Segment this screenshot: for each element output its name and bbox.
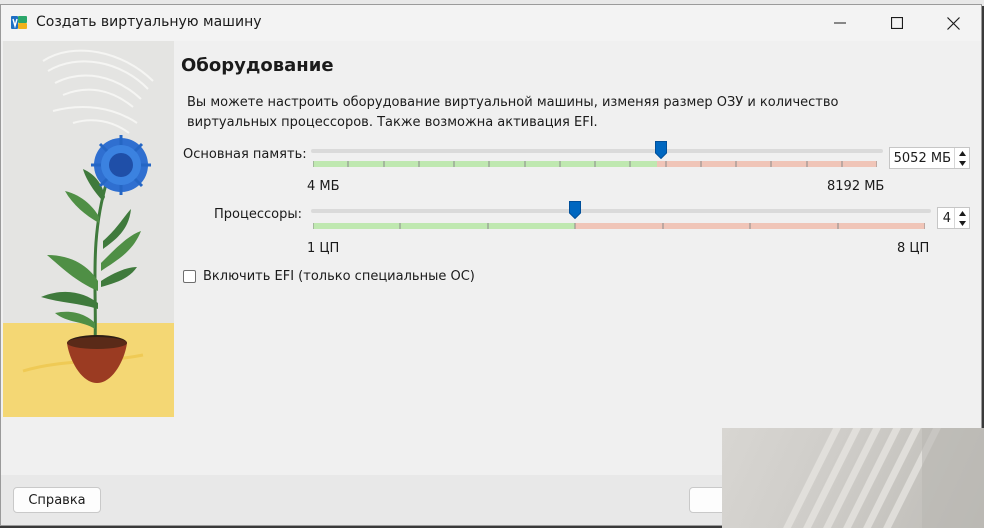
processors-decrease-button[interactable]: [955, 218, 969, 228]
memory-value[interactable]: 5052 МБ: [890, 151, 954, 166]
memory-slider-thumb[interactable]: [654, 141, 667, 159]
processors-min-label: 1 ЦП: [307, 241, 340, 256]
chevron-up-icon: [958, 210, 966, 216]
minimize-button[interactable]: [812, 5, 868, 41]
title-bar: Создать виртуальную машину: [1, 5, 981, 41]
efi-checkbox-label[interactable]: Включить EFI (только специальные ОС): [203, 269, 475, 284]
memory-decrease-button[interactable]: [955, 158, 969, 168]
processors-label: Процессоры:: [214, 207, 302, 222]
memory-label: Основная память:: [183, 147, 307, 162]
processors-slider-thumb[interactable]: [569, 201, 582, 219]
processors-max-label: 8 ЦП: [897, 241, 930, 256]
help-button[interactable]: Справка: [13, 487, 101, 513]
processors-slider-track[interactable]: [311, 209, 931, 213]
close-button[interactable]: [925, 5, 981, 41]
efi-checkbox[interactable]: [183, 270, 196, 283]
page-description: Вы можете настроить оборудование виртуал…: [187, 95, 839, 130]
processors-value[interactable]: 4: [938, 211, 954, 226]
chevron-down-icon: [958, 220, 966, 226]
memory-spinbox[interactable]: 5052 МБ: [889, 147, 970, 169]
memory-increase-button[interactable]: [955, 148, 969, 158]
chevron-down-icon: [958, 160, 966, 166]
processors-increase-button[interactable]: [955, 208, 969, 218]
overlapping-window-corner: [722, 428, 984, 528]
memory-min-label: 4 МБ: [307, 179, 340, 194]
chevron-up-icon: [958, 150, 966, 156]
memory-slider-track[interactable]: [311, 149, 883, 153]
processors-spinbox[interactable]: 4: [937, 207, 970, 229]
page-heading: Оборудование: [181, 55, 334, 76]
minimize-icon: [834, 22, 846, 24]
close-icon: [946, 16, 960, 30]
maximize-icon: [891, 17, 903, 29]
memory-ticks: [313, 161, 877, 167]
virtualbox-icon: [10, 14, 28, 32]
flower-illustration: [3, 41, 174, 417]
window-title: Создать виртуальную машину: [36, 14, 262, 30]
maximize-button[interactable]: [869, 5, 925, 41]
processors-ticks: [313, 223, 925, 229]
memory-max-label: 8192 МБ: [827, 179, 885, 194]
